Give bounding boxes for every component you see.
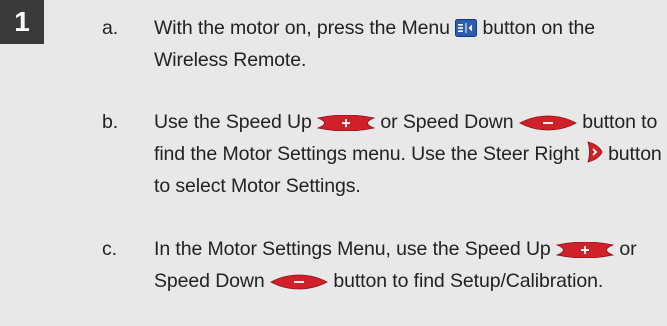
step-c: c. In the Motor Settings Menu, use the S… [102, 233, 662, 297]
step-number-badge: 1 [0, 0, 44, 44]
speed-up-button-icon [556, 242, 615, 258]
menu-button-icon [455, 19, 478, 37]
step-text-part: Use the Speed Up [154, 111, 312, 133]
speed-down-button-icon [519, 115, 577, 131]
step-text: In the Motor Settings Menu, use the Spee… [154, 233, 662, 297]
speed-down-button-icon [270, 274, 328, 290]
step-text: Use the Speed Up or Speed Down button to… [154, 106, 662, 202]
step-text-part: In the Motor Settings Menu, use the Spee… [154, 238, 551, 260]
step-text-part: or Speed Down [380, 111, 514, 133]
step-letter: b. [102, 111, 119, 133]
step-text-part: With the motor on, press the Menu [154, 17, 450, 39]
step-letter: a. [102, 17, 119, 39]
step-text: With the motor on, press the Menu button… [154, 12, 662, 76]
step-text-part: button to find Setup/Calibration. [333, 270, 604, 292]
step-a: a. With the motor on, press the Menu but… [102, 12, 662, 76]
speed-up-button-icon [317, 115, 376, 131]
step-b: b. Use the Speed Up or Speed Down button… [102, 106, 662, 202]
step-letter: c. [102, 238, 117, 260]
steer-right-button-icon [585, 141, 603, 163]
